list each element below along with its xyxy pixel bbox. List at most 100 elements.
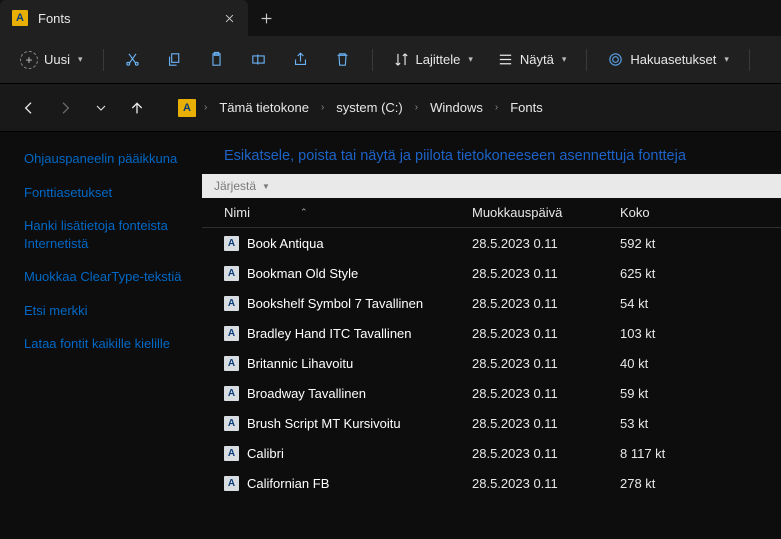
font-file-icon: A <box>224 356 239 371</box>
breadcrumb[interactable]: A › Tämä tietokone › system (C:) › Windo… <box>172 92 771 124</box>
navigation-bar: A › Tämä tietokone › system (C:) › Windo… <box>0 84 781 132</box>
font-modified: 28.5.2023 0.11 <box>472 326 620 341</box>
font-row[interactable]: ABritannic Lihavoitu28.5.2023 0.1140 kt <box>202 348 781 378</box>
font-row[interactable]: ABookman Old Style28.5.2023 0.11625 kt <box>202 258 781 288</box>
column-size[interactable]: Koko <box>620 205 720 220</box>
font-file-icon: A <box>224 476 239 491</box>
plus-circle-icon: + <box>20 51 38 69</box>
font-name: Bookshelf Symbol 7 Tavallinen <box>247 296 423 311</box>
font-name-cell: ABookman Old Style <box>224 266 472 281</box>
sidebar: Ohjauspaneelin pääikkuna Fonttiasetukset… <box>0 132 202 539</box>
font-row[interactable]: ABrush Script MT Kursivoitu28.5.2023 0.1… <box>202 408 781 438</box>
font-modified: 28.5.2023 0.11 <box>472 296 620 311</box>
font-size: 53 kt <box>620 416 720 431</box>
font-size: 625 kt <box>620 266 720 281</box>
font-modified: 28.5.2023 0.11 <box>472 386 620 401</box>
chevron-down-icon: ▾ <box>562 54 567 65</box>
font-row[interactable]: A Californian FB 28.5.2023 0.11278 kt <box>202 468 781 498</box>
chevron-right-icon: › <box>200 102 211 113</box>
cut-button[interactable] <box>114 43 152 77</box>
chevron-down-icon: ▾ <box>468 54 473 65</box>
font-size: 592 kt <box>620 236 720 251</box>
breadcrumb-item[interactable]: Fonts <box>506 98 547 117</box>
active-tab[interactable]: A Fonts <box>0 0 248 36</box>
back-button[interactable] <box>18 100 40 116</box>
font-row[interactable]: A Broadway Tavallinen 28.5.2023 0.1159 kt <box>202 378 781 408</box>
font-name-cell: A Broadway Tavallinen <box>224 386 472 401</box>
chevron-down-icon: ▼ <box>262 182 270 191</box>
sidebar-link-font-settings[interactable]: Fonttiasetukset <box>24 184 192 202</box>
arrange-bar[interactable]: Järjestä ▼ <box>202 174 781 198</box>
font-name-cell: ABrush Script MT Kursivoitu <box>224 416 472 431</box>
toolbar: + Uusi ▾ Lajittele ▾ Näytä ▾ Hakuasetuks… <box>0 36 781 84</box>
up-button[interactable] <box>126 100 148 116</box>
rename-button[interactable] <box>240 43 278 77</box>
fonts-folder-icon: A <box>178 99 196 117</box>
font-row[interactable]: A Book Antiqua 28.5.2023 0.11592 kt <box>202 228 781 258</box>
font-size: 40 kt <box>620 356 720 371</box>
font-file-icon: A <box>224 326 239 341</box>
chevron-right-icon: › <box>411 102 422 113</box>
content-area: Ohjauspaneelin pääikkuna Fonttiasetukset… <box>0 132 781 539</box>
font-name: Bookman Old Style <box>247 266 358 281</box>
forward-button[interactable] <box>54 100 76 116</box>
breadcrumb-item[interactable]: Windows <box>426 98 487 117</box>
font-name: Broadway Tavallinen <box>247 386 366 401</box>
font-row[interactable]: ABookshelf Symbol 7 Tavallinen28.5.2023 … <box>202 288 781 318</box>
close-tab-button[interactable] <box>222 11 236 25</box>
chevron-down-icon: ▾ <box>78 54 83 65</box>
font-modified: 28.5.2023 0.11 <box>472 266 620 281</box>
recent-button[interactable] <box>90 102 112 114</box>
delete-button[interactable] <box>324 43 362 77</box>
font-file-icon: A <box>224 416 239 431</box>
divider <box>103 49 104 71</box>
font-name-cell: A Californian FB <box>224 476 472 491</box>
new-button[interactable]: + Uusi ▾ <box>10 43 93 77</box>
new-tab-button[interactable] <box>248 0 284 36</box>
search-settings-button[interactable]: Hakuasetukset ▾ <box>597 43 739 77</box>
font-size: 54 kt <box>620 296 720 311</box>
column-name[interactable]: Nimi ⌃ <box>224 205 472 220</box>
font-size: 8 117 kt <box>620 446 720 461</box>
divider <box>586 49 587 71</box>
chevron-down-icon: ▾ <box>724 54 729 65</box>
sidebar-link-download-all[interactable]: Lataa fontit kaikille kielille <box>24 335 192 353</box>
view-button[interactable]: Näytä ▾ <box>487 43 577 77</box>
font-name-cell: A Book Antiqua <box>224 236 472 251</box>
font-name: Bradley Hand ITC Tavallinen <box>247 326 412 341</box>
breadcrumb-item[interactable]: Tämä tietokone <box>215 98 313 117</box>
font-file-icon: A <box>224 446 239 461</box>
font-list: ABook Antiqua28.5.2023 0.11592 ktABookma… <box>202 228 781 539</box>
main-panel: Esikatsele, poista tai näytä ja piilota … <box>202 132 781 539</box>
font-file-icon: A <box>224 236 239 251</box>
font-row[interactable]: ACalibri28.5.2023 0.118 117 kt <box>202 438 781 468</box>
font-modified: 28.5.2023 0.11 <box>472 446 620 461</box>
font-name: Book Antiqua <box>247 236 324 251</box>
copy-button[interactable] <box>156 43 194 77</box>
font-size: 278 kt <box>620 476 720 491</box>
divider <box>749 49 750 71</box>
font-modified: 28.5.2023 0.11 <box>472 356 620 371</box>
sidebar-link-control-panel[interactable]: Ohjauspaneelin pääikkuna <box>24 150 192 168</box>
font-size: 59 kt <box>620 386 720 401</box>
font-name-cell: A Bradley Hand ITC Tavallinen <box>224 326 472 341</box>
font-modified: 28.5.2023 0.11 <box>472 236 620 251</box>
font-file-icon: A <box>224 386 239 401</box>
breadcrumb-item[interactable]: system (C:) <box>332 98 406 117</box>
sidebar-link-cleartype[interactable]: Muokkaa ClearType-tekstiä <box>24 268 192 286</box>
sidebar-link-online-info[interactable]: Hanki lisätietoja fonteista Internetistä <box>24 217 192 252</box>
paste-button[interactable] <box>198 43 236 77</box>
font-name-cell: ACalibri <box>224 446 472 461</box>
font-modified: 28.5.2023 0.11 <box>472 476 620 491</box>
share-button[interactable] <box>282 43 320 77</box>
page-title: Esikatsele, poista tai näytä ja piilota … <box>202 132 781 174</box>
column-modified[interactable]: Muokkauspäivä <box>472 205 620 220</box>
sort-button[interactable]: Lajittele ▾ <box>383 43 483 77</box>
font-row[interactable]: A Bradley Hand ITC Tavallinen 28.5.2023 0.… <box>202 318 781 348</box>
sidebar-link-find-char[interactable]: Etsi merkki <box>24 302 192 320</box>
font-size: 103 kt <box>620 326 720 341</box>
column-headers: Nimi ⌃ Muokkauspäivä Koko <box>202 198 781 228</box>
font-modified: 28.5.2023 0.11 <box>472 416 620 431</box>
font-name-cell: ABookshelf Symbol 7 Tavallinen <box>224 296 472 311</box>
font-name: Californian FB <box>247 476 329 491</box>
